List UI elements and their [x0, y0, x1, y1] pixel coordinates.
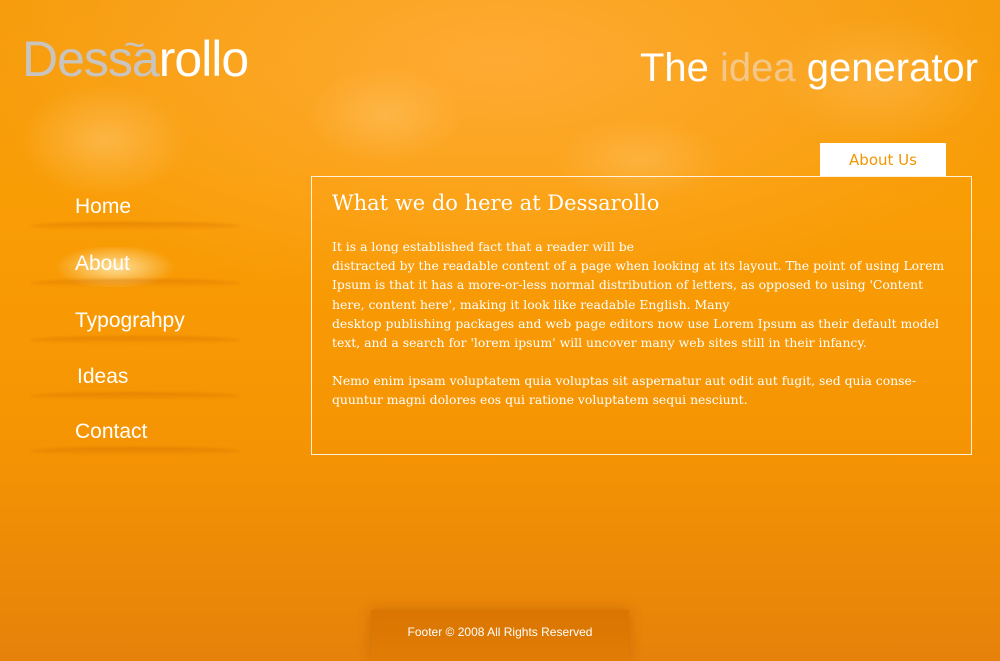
- content-paragraph-1-line-1: It is a long established fact that a rea…: [332, 239, 635, 254]
- content-panel: What we do here at Dessarollo It is a lo…: [311, 176, 972, 455]
- tagline-highlight: idea: [720, 46, 796, 90]
- logo-part-des: Des: [22, 31, 109, 87]
- content-heading: What we do here at Dessarollo: [332, 191, 660, 215]
- nav-item-label: Contact: [75, 420, 148, 443]
- tagline-post: generator: [795, 46, 978, 90]
- nav-item-home[interactable]: Home: [20, 190, 240, 230]
- logo-tilde: ~: [124, 24, 145, 65]
- content-paragraph-1-end: desktop publishing packages and web page…: [332, 315, 939, 351]
- nav-item-label: Ideas: [77, 365, 129, 388]
- site-tagline: The idea generator: [640, 46, 978, 91]
- nav-item-typography[interactable]: Typograhpy: [20, 304, 240, 344]
- content-paragraph-2: Nemo enim ipsam voluptatem quia voluptas…: [332, 373, 917, 408]
- footer-text: Footer © 2008 All Rights Reserved: [407, 625, 593, 639]
- content-paragraph-1-body: distracted by the readable content of a …: [332, 258, 945, 312]
- tab-about-us[interactable]: About Us: [820, 143, 946, 176]
- nav-item-label: About: [75, 252, 130, 275]
- tagline-pre: The: [639, 46, 721, 90]
- site-logo[interactable]: Dessarollo ~: [22, 24, 249, 88]
- page-footer: Footer © 2008 All Rights Reserved: [371, 610, 629, 661]
- nav-item-label: Typograhpy: [75, 309, 185, 332]
- nav-item-contact[interactable]: Contact: [20, 415, 240, 455]
- nav-item-ideas[interactable]: Ideas: [20, 360, 240, 400]
- logo-part-rollo: rollo: [158, 31, 249, 87]
- nav-item-label: Home: [75, 195, 132, 218]
- content-paragraph-1: It is a long established fact that a rea…: [332, 237, 957, 352]
- content-body: It is a long established fact that a rea…: [332, 237, 957, 410]
- nav-item-about[interactable]: About: [20, 247, 240, 287]
